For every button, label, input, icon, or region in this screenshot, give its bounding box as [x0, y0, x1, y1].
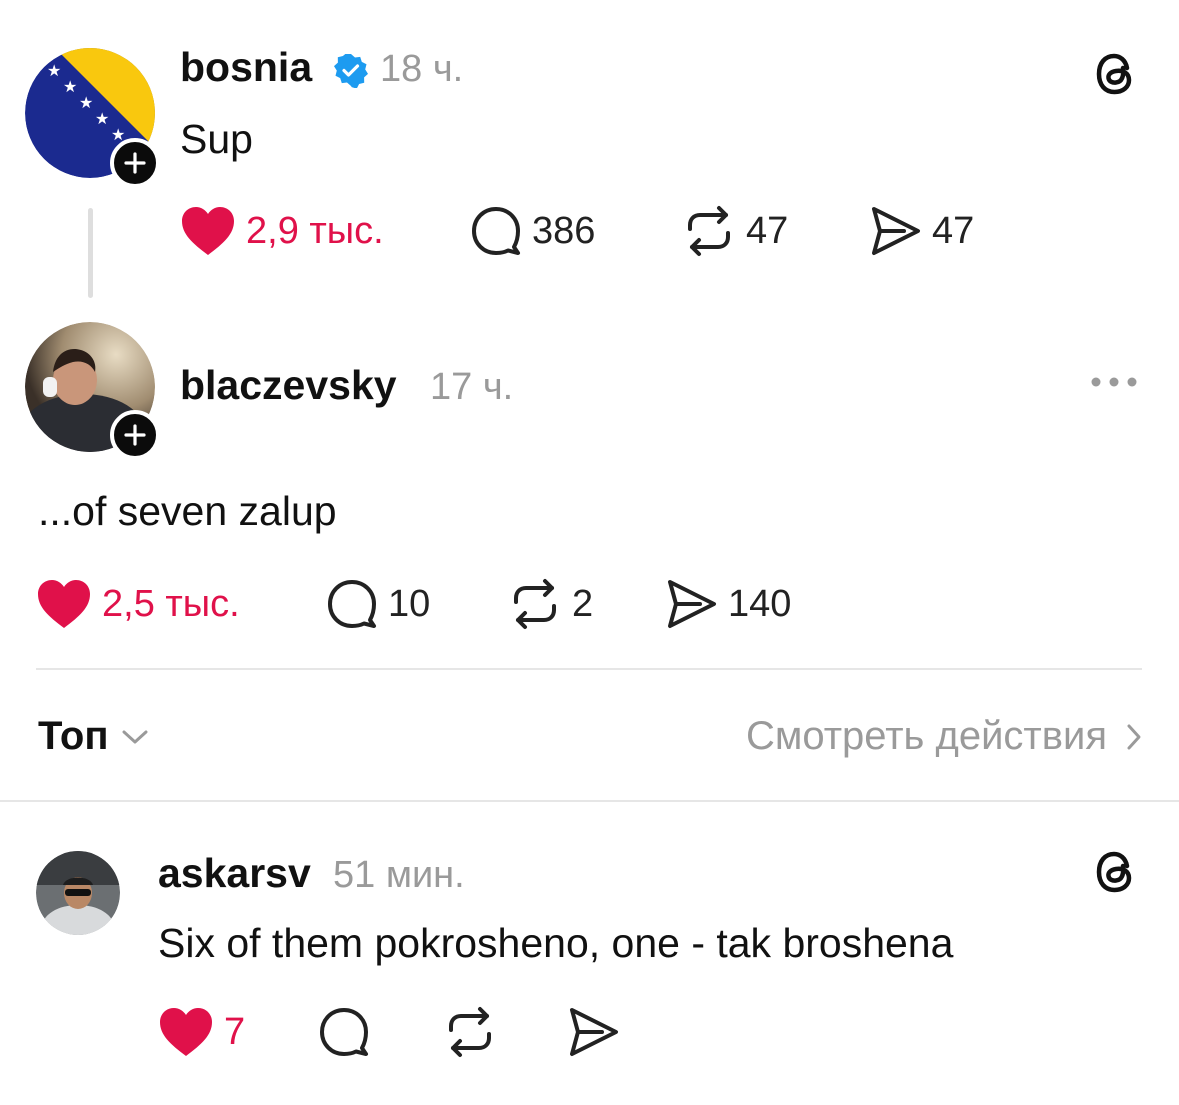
like-button[interactable]: 2,5 тыс. — [36, 578, 240, 630]
threads-logo-icon[interactable] — [1089, 846, 1141, 903]
repost-icon — [514, 579, 556, 629]
like-count: 2,9 тыс. — [246, 209, 384, 252]
like-button[interactable]: 2,9 тыс. — [180, 205, 384, 257]
send-icon — [872, 207, 920, 255]
like-button[interactable]: 7 — [158, 1006, 245, 1058]
comment-button[interactable]: 386 — [470, 205, 595, 257]
verified-badge-icon — [333, 52, 369, 93]
thread-connector-line — [88, 208, 93, 298]
comment-count: 10 — [388, 582, 431, 625]
share-button[interactable]: 47 — [870, 205, 974, 257]
avatar-askarsv[interactable] — [36, 851, 120, 935]
like-count: 2,5 тыс. — [102, 582, 240, 625]
more-dots-icon[interactable] — [1088, 372, 1140, 397]
repost-button[interactable]: 2 — [508, 578, 593, 630]
svg-text:★: ★ — [47, 61, 61, 80]
share-button[interactable] — [568, 1006, 620, 1058]
repost-icon — [688, 206, 730, 256]
comment-button[interactable]: 10 — [326, 578, 430, 630]
post-text: Sup — [180, 116, 253, 162]
threads-logo-icon[interactable] — [1089, 48, 1141, 105]
share-count: 140 — [728, 582, 792, 625]
comment-bubble-icon — [472, 207, 520, 255]
comment-button[interactable] — [318, 1006, 370, 1058]
svg-text:★: ★ — [95, 109, 109, 128]
plus-icon — [124, 152, 146, 174]
plus-icon — [124, 424, 146, 446]
section-divider — [0, 800, 1179, 802]
heart-filled-icon — [160, 1008, 212, 1056]
comment-bubble-icon — [320, 1008, 368, 1056]
send-icon — [570, 1008, 618, 1056]
post-username[interactable]: blaczevsky — [180, 362, 397, 409]
heart-filled-icon — [38, 580, 90, 628]
repost-count: 2 — [572, 582, 594, 625]
post-time: 17 ч. — [430, 366, 514, 408]
post-text: ...of seven zalup — [38, 488, 337, 534]
divider — [36, 668, 1142, 670]
reply-username[interactable]: askarsv — [158, 850, 311, 897]
svg-text:★: ★ — [79, 93, 93, 112]
chevron-down-icon — [122, 730, 148, 743]
repost-button[interactable]: 47 — [682, 205, 788, 257]
follow-plus-button[interactable] — [110, 138, 160, 188]
send-icon — [668, 580, 716, 628]
share-count: 47 — [932, 209, 975, 252]
view-activity-link[interactable]: Смотреть действия — [746, 714, 1143, 759]
post-time: 18 ч. — [380, 48, 464, 90]
like-count: 7 — [224, 1010, 246, 1053]
follow-plus-button[interactable] — [110, 410, 160, 460]
repost-icon — [449, 1007, 491, 1057]
repost-count: 47 — [746, 209, 789, 252]
heart-filled-icon — [182, 207, 234, 255]
comment-bubble-icon — [328, 580, 376, 628]
sort-dropdown[interactable]: Топ — [38, 714, 149, 759]
comment-count: 386 — [532, 209, 596, 252]
view-activity-label: Смотреть действия — [745, 714, 1107, 758]
svg-text:★: ★ — [63, 77, 77, 96]
share-button[interactable]: 140 — [666, 578, 791, 630]
post-username[interactable]: bosnia — [180, 44, 312, 91]
reply-time: 51 мин. — [333, 854, 465, 896]
sort-label: Топ — [38, 714, 109, 758]
chevron-right-icon — [1127, 724, 1141, 749]
reply-text: Six of them pokrosheno, one - tak broshe… — [158, 920, 954, 966]
repost-button[interactable] — [443, 1006, 497, 1058]
